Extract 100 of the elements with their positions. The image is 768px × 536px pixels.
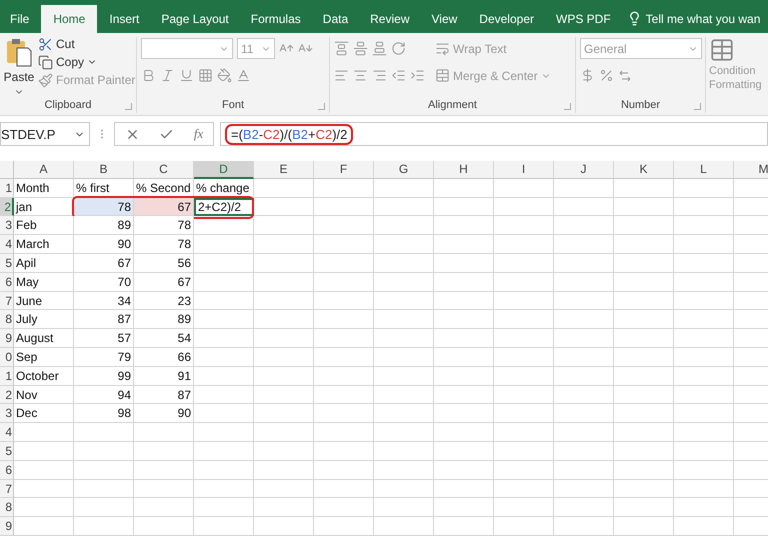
row-header[interactable]: 5 <box>0 442 14 461</box>
ribbon-tab[interactable]: Insert <box>99 4 150 33</box>
insert-function-button[interactable]: fx <box>194 126 204 142</box>
ribbon-tab[interactable]: Developer <box>469 4 544 33</box>
indent-icon[interactable] <box>410 68 425 84</box>
font-name-field[interactable] <box>141 38 233 60</box>
conditional-format-icon[interactable] <box>709 36 735 63</box>
empty-cell <box>614 348 674 367</box>
copy-icon[interactable] <box>38 54 53 70</box>
column-header[interactable]: M <box>734 160 768 179</box>
formula-field[interactable]: =(B2-C2)/(B2+C2)/2 <box>220 122 768 146</box>
scissors-icon[interactable] <box>38 36 53 52</box>
empty-cell <box>254 235 314 254</box>
empty-cell <box>674 292 734 310</box>
column-header[interactable]: J <box>554 160 614 179</box>
table-cell: Nov <box>14 386 74 404</box>
empty-cell <box>314 272 374 292</box>
ribbon-tab[interactable]: View <box>422 4 468 33</box>
empty-cell <box>194 517 254 536</box>
row-header[interactable]: 9 <box>0 329 14 348</box>
column-header[interactable]: C <box>134 160 194 179</box>
row-header[interactable]: 4 <box>0 423 14 442</box>
name-box[interactable]: STDEV.P <box>0 122 90 146</box>
table-cell: 67 <box>74 254 134 273</box>
decimal-icon[interactable] <box>618 68 632 83</box>
ribbon-tab[interactable]: File <box>0 4 40 33</box>
row-header[interactable]: 7 <box>0 292 14 310</box>
row-header[interactable]: 8 <box>0 498 14 518</box>
row-header[interactable]: 4 <box>0 235 14 254</box>
column-header[interactable]: K <box>614 160 674 179</box>
empty-cell <box>494 442 554 461</box>
underline-icon[interactable] <box>179 68 194 84</box>
launcher-icon[interactable] <box>125 103 132 110</box>
align-center-icon[interactable] <box>353 68 368 84</box>
middle-align-icon[interactable] <box>353 41 368 56</box>
top-align-icon[interactable] <box>334 41 349 56</box>
column-header[interactable]: D <box>194 160 254 179</box>
column-header[interactable]: F <box>314 160 374 179</box>
row-header[interactable]: 3 <box>0 216 14 236</box>
empty-cell <box>194 460 254 480</box>
ribbon-tab[interactable]: Formulas <box>240 4 311 33</box>
launcher-icon[interactable] <box>694 103 701 110</box>
empty-cell <box>314 216 374 236</box>
percent-icon[interactable] <box>599 68 614 84</box>
row-header[interactable]: 5 <box>0 254 14 273</box>
borders-icon[interactable] <box>198 68 213 84</box>
launcher-icon[interactable] <box>564 103 571 110</box>
wrap-text-icon[interactable] <box>435 41 450 56</box>
column-header[interactable]: E <box>254 160 314 179</box>
row-header[interactable]: 8 <box>0 310 14 330</box>
tell-me-field[interactable]: Tell me what you wan <box>622 4 760 33</box>
empty-cell <box>314 460 374 480</box>
row-header[interactable]: 1 <box>0 178 14 198</box>
row-header[interactable]: 7 <box>0 480 14 498</box>
empty-cell <box>614 235 674 254</box>
outdent-icon[interactable] <box>391 68 406 84</box>
ribbon-tab[interactable]: WPS PDF <box>546 4 621 33</box>
row-header[interactable]: 2 <box>0 386 14 404</box>
cell-editor[interactable]: 2+C2)/2 <box>194 198 254 216</box>
align-left-icon[interactable] <box>334 68 349 84</box>
paste-icon[interactable] <box>6 36 32 67</box>
column-header[interactable]: A <box>14 160 74 179</box>
empty-cell <box>314 254 374 273</box>
empty-cell <box>254 310 314 330</box>
column-header[interactable]: B <box>74 160 134 179</box>
ribbon-tab[interactable]: Page Layout <box>151 4 239 33</box>
ribbon-tab[interactable]: Review <box>360 4 420 33</box>
cut-button[interactable]: Cut <box>38 36 136 52</box>
table-cell: 91 <box>134 366 194 386</box>
bottom-align-icon[interactable] <box>372 41 387 56</box>
row-header[interactable]: 6 <box>0 460 14 480</box>
paste-button[interactable]: Paste <box>4 70 34 84</box>
merge-icon[interactable] <box>435 68 450 84</box>
font-color-icon[interactable] <box>236 68 251 84</box>
row-header[interactable]: 0 <box>0 348 14 367</box>
empty-cell <box>674 216 734 236</box>
empty-cell <box>674 366 734 386</box>
row-header[interactable]: 3 <box>0 404 14 424</box>
column-header[interactable]: G <box>374 160 434 179</box>
empty-cell <box>434 310 494 330</box>
empty-cell <box>314 480 374 498</box>
align-right-icon[interactable] <box>372 68 387 84</box>
empty-cell <box>494 272 554 292</box>
column-header[interactable]: I <box>494 160 554 179</box>
row-header[interactable]: 2 <box>0 198 14 216</box>
ribbon-tab[interactable]: Home <box>41 4 98 33</box>
italic-icon[interactable] <box>160 68 175 84</box>
fill-color-icon[interactable] <box>217 68 232 84</box>
launcher-icon[interactable] <box>318 103 325 110</box>
column-header[interactable]: H <box>434 160 494 179</box>
row-header[interactable]: 6 <box>0 272 14 292</box>
orientation-icon[interactable] <box>391 41 406 56</box>
empty-cell <box>674 235 734 254</box>
select-all-button[interactable] <box>0 160 14 179</box>
ribbon-tab[interactable]: Data <box>312 4 358 33</box>
column-header[interactable]: L <box>674 160 734 179</box>
empty-cell <box>674 460 734 480</box>
row-header[interactable]: 1 <box>0 366 14 386</box>
row-header[interactable]: 9 <box>0 517 14 536</box>
copy-button[interactable]: Copy <box>38 54 136 70</box>
